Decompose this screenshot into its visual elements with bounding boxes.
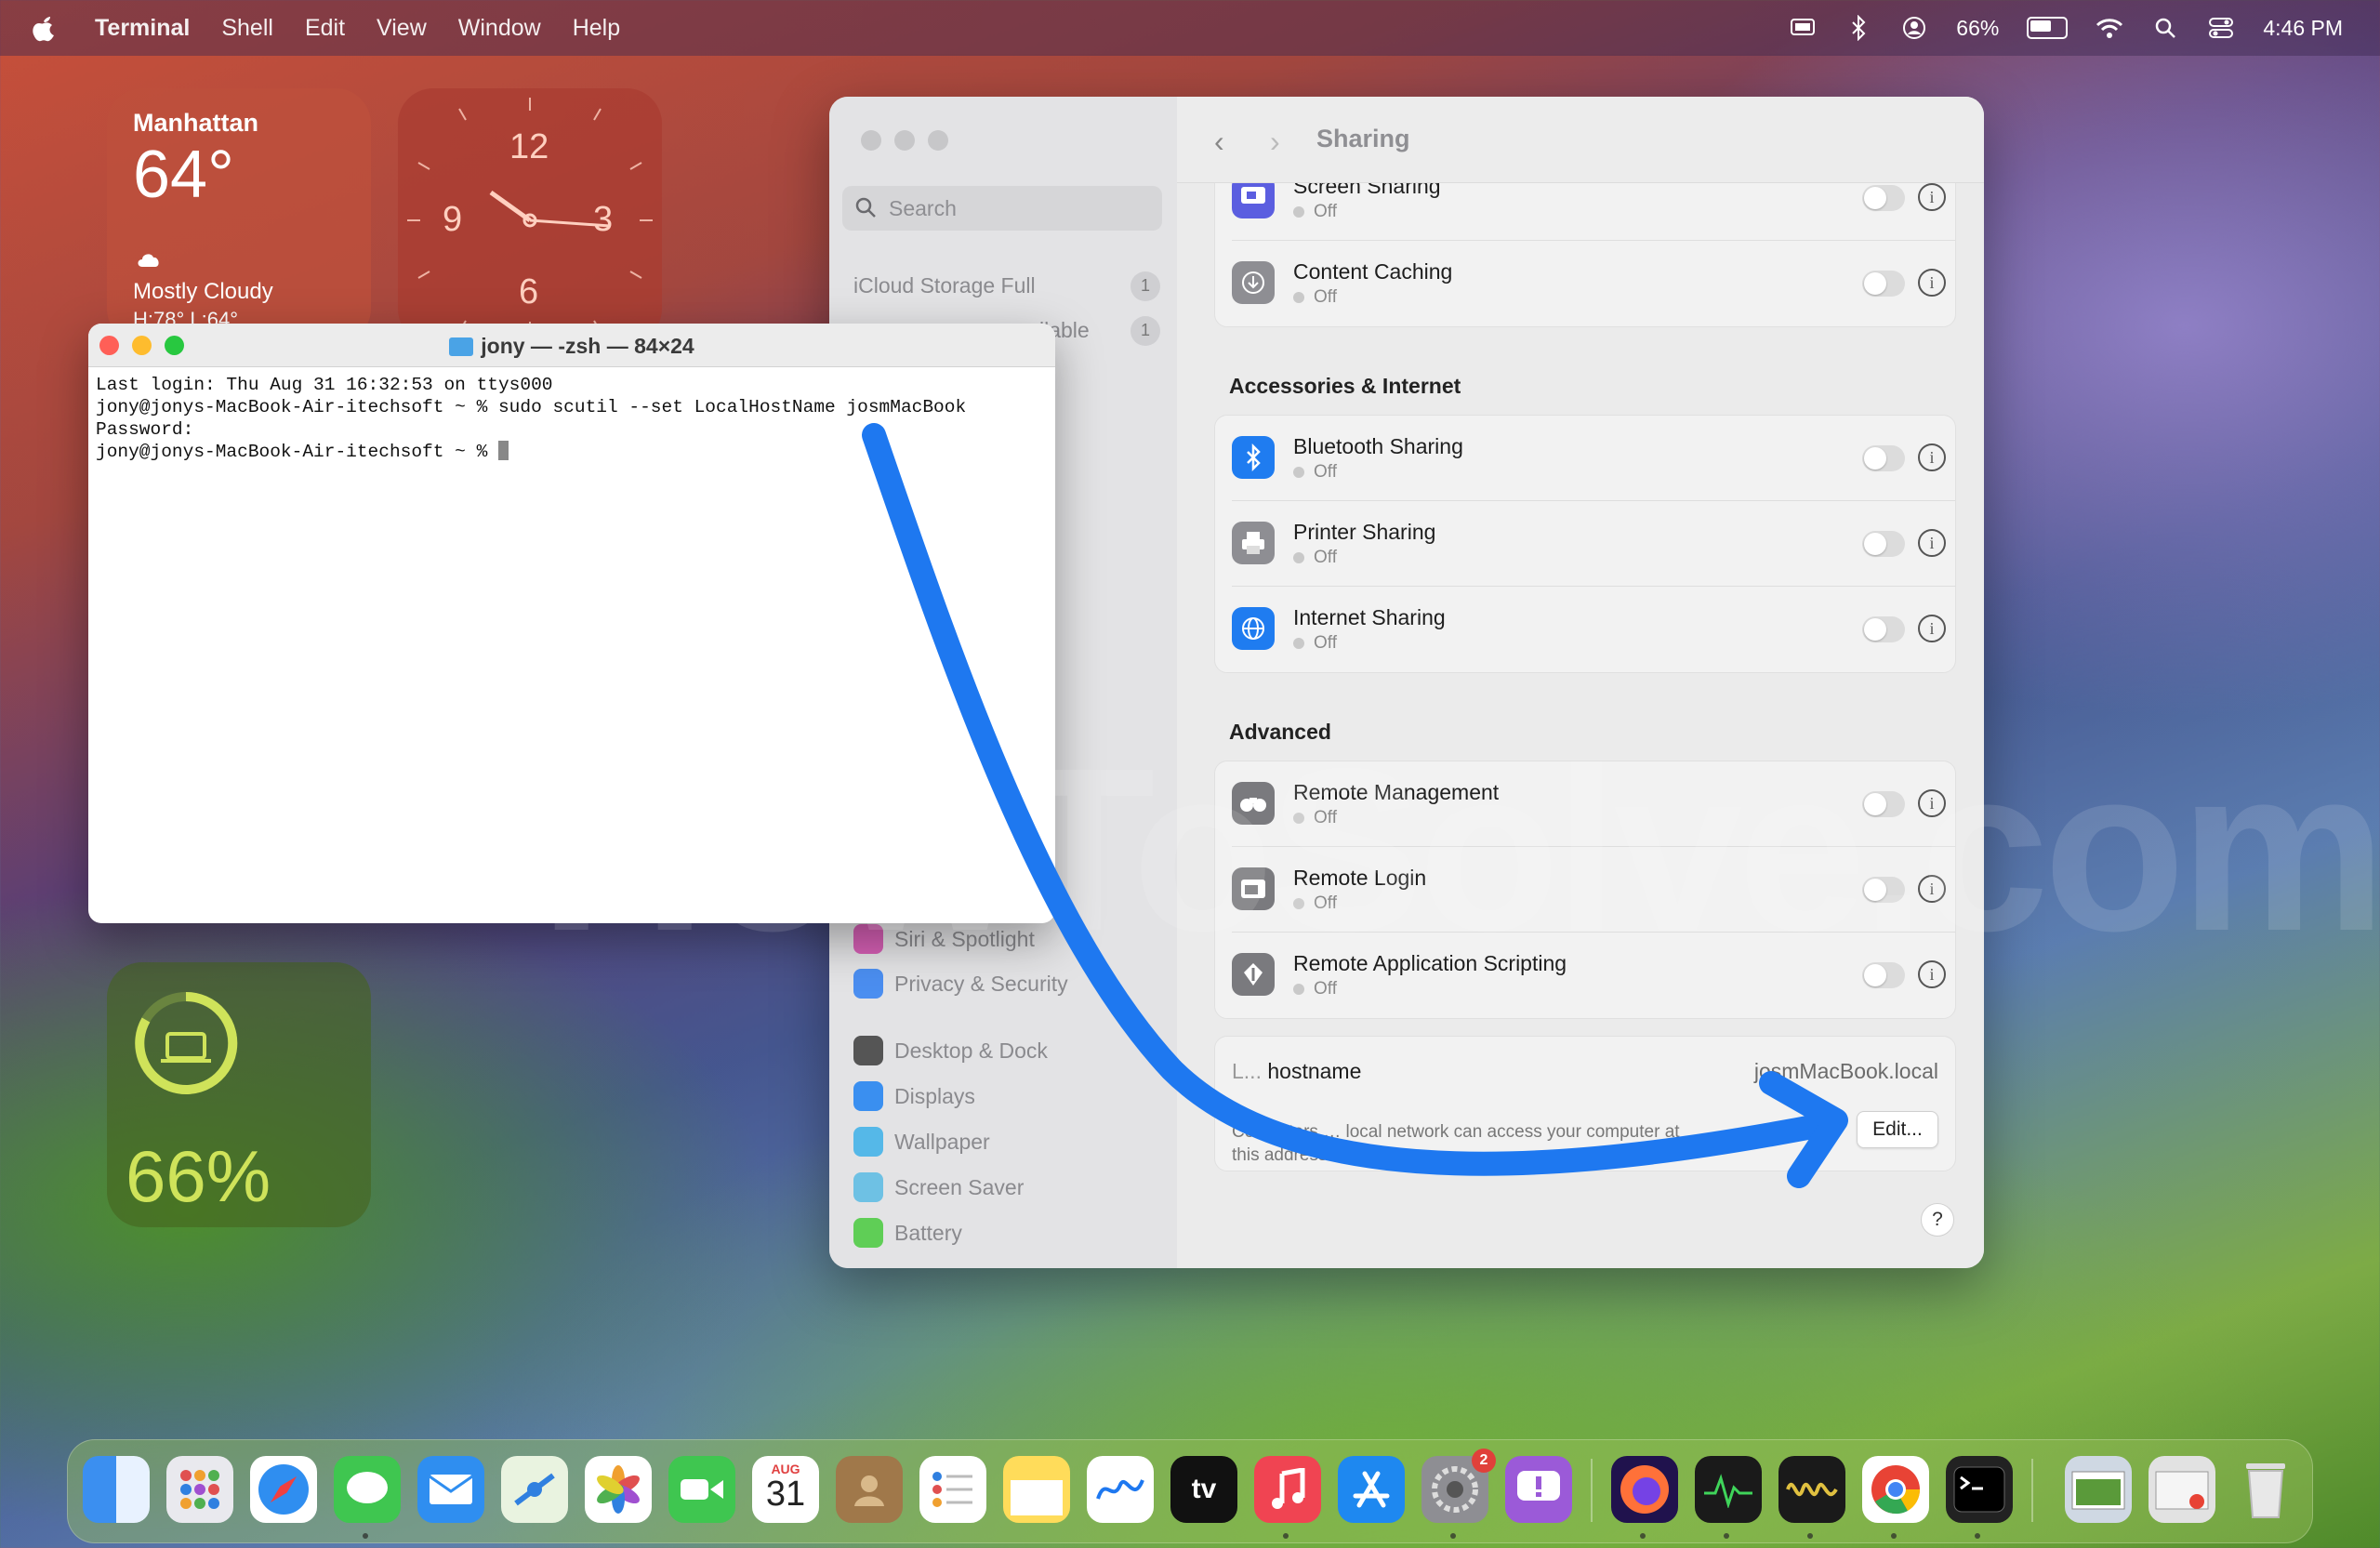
settings-titlebar: ‹ › Sharing xyxy=(1177,97,1984,183)
finder-icon[interactable] xyxy=(83,1456,150,1523)
calendar-icon[interactable]: AUG 31 xyxy=(752,1456,819,1523)
trash-icon[interactable] xyxy=(2232,1456,2299,1523)
terminal-app-icon[interactable] xyxy=(1946,1456,2013,1523)
chrome-icon[interactable] xyxy=(1862,1456,1929,1523)
app-store-icon[interactable] xyxy=(1338,1456,1405,1523)
forward-chevron-icon[interactable]: › xyxy=(1270,125,1280,159)
safari-icon[interactable] xyxy=(250,1456,317,1523)
notification-badge: 2 xyxy=(1472,1449,1496,1473)
reminders-icon[interactable] xyxy=(919,1456,986,1523)
launchpad-icon[interactable] xyxy=(166,1456,233,1523)
annotation-arrow xyxy=(862,423,1848,1188)
back-chevron-icon[interactable]: ‹ xyxy=(1214,125,1224,159)
freeform-icon[interactable] xyxy=(1087,1456,1154,1523)
facetime-icon[interactable] xyxy=(668,1456,735,1523)
maps-icon[interactable] xyxy=(501,1456,568,1523)
messages-icon[interactable] xyxy=(334,1456,401,1523)
system-settings-icon[interactable]: 2 xyxy=(1421,1449,1496,1523)
mail-icon[interactable] xyxy=(417,1456,484,1523)
calendar-day: 31 xyxy=(765,1475,806,1514)
dock: AUG 31 tv 2 xyxy=(67,1439,2313,1543)
tv-label: tv xyxy=(1191,1474,1217,1504)
firefox-icon[interactable] xyxy=(1611,1456,1678,1523)
photos-icon[interactable] xyxy=(585,1456,652,1523)
activity-monitor-icon[interactable] xyxy=(1695,1456,1762,1523)
feedback-assistant-icon[interactable] xyxy=(1505,1456,1572,1523)
apple-tv-icon[interactable]: tv xyxy=(1170,1456,1237,1523)
page-title: Sharing xyxy=(1316,125,1410,152)
contacts-icon[interactable] xyxy=(836,1456,903,1523)
notes-icon[interactable] xyxy=(1003,1456,1070,1523)
music-icon[interactable] xyxy=(1254,1456,1321,1523)
audio-app-icon[interactable] xyxy=(1778,1456,1845,1523)
documents-stack-icon[interactable] xyxy=(2149,1456,2215,1523)
downloads-stack-icon[interactable] xyxy=(2065,1456,2132,1523)
